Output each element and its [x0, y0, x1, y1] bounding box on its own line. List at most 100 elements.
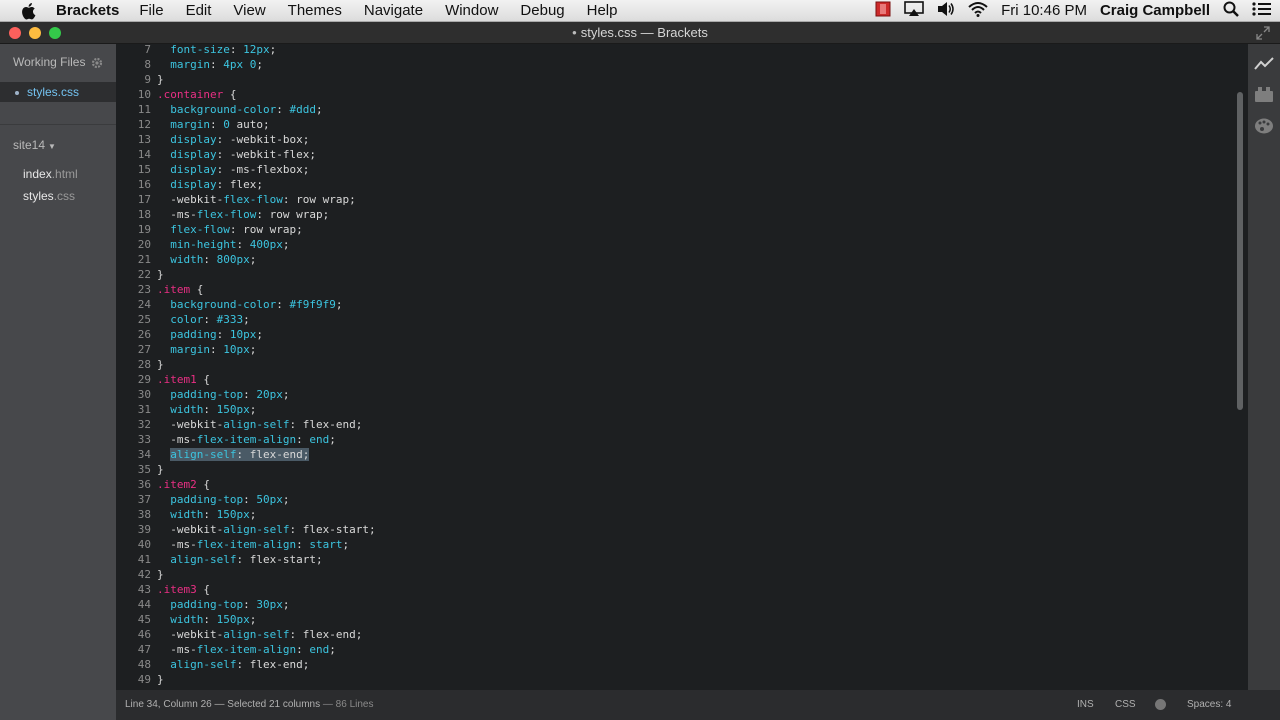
- code-text: padding: 10px;: [157, 327, 263, 342]
- gear-icon[interactable]: [91, 56, 103, 69]
- code-line[interactable]: 26 padding: 10px;: [116, 327, 1232, 342]
- code-line[interactable]: 42}: [116, 567, 1232, 582]
- code-line[interactable]: 13 display: -webkit-box;: [116, 132, 1232, 147]
- code-token: #f9f9f9: [289, 298, 336, 311]
- file-dot-icon: [15, 91, 19, 95]
- menu-view[interactable]: View: [233, 0, 265, 22]
- line-number: 8: [144, 58, 151, 71]
- language-selector[interactable]: CSS: [1115, 699, 1136, 710]
- code-line[interactable]: 43 .item3 {: [116, 582, 1232, 597]
- menubar-clock[interactable]: Fri 10:46 PM: [1001, 0, 1087, 22]
- code-line[interactable]: 48 align-self: flex-end;: [116, 657, 1232, 672]
- code-line[interactable]: 33 -ms-flex-item-align: end;: [116, 432, 1232, 447]
- theme-icon[interactable]: [1254, 117, 1274, 135]
- code-line[interactable]: 35}: [116, 462, 1232, 477]
- menu-list-icon[interactable]: [1252, 1, 1272, 21]
- code-line[interactable]: 39 -webkit-align-self: flex-start;: [116, 522, 1232, 537]
- code-token: align-self: [170, 448, 237, 461]
- code-line[interactable]: 41 align-self: flex-start;: [116, 552, 1232, 567]
- code-line[interactable]: 12 margin: 0 auto;: [116, 117, 1232, 132]
- code-line[interactable]: 37 padding-top: 50px;: [116, 492, 1232, 507]
- menu-app-name[interactable]: Brackets: [56, 0, 119, 22]
- code-line[interactable]: 40 -ms-flex-item-align: start;: [116, 537, 1232, 552]
- code-line[interactable]: 16 display: flex;: [116, 177, 1232, 192]
- code-line[interactable]: 27 margin: 10px;: [116, 342, 1232, 357]
- menu-window[interactable]: Window: [445, 0, 498, 22]
- line-number: 23: [137, 283, 151, 296]
- menu-edit[interactable]: Edit: [186, 0, 212, 22]
- volume-icon[interactable]: [937, 1, 955, 21]
- code-line[interactable]: 28}: [116, 357, 1232, 372]
- code-line[interactable]: 38 width: 150px;: [116, 507, 1232, 522]
- code-line[interactable]: 34 align-self: flex-end;: [116, 447, 1232, 462]
- code-line[interactable]: 49}: [116, 672, 1232, 687]
- project-dropdown[interactable]: site14 ▼: [13, 138, 56, 152]
- extension-manager-icon[interactable]: [1254, 86, 1274, 104]
- code-line[interactable]: 30 padding-top: 20px;: [116, 387, 1232, 402]
- menu-file[interactable]: File: [139, 0, 163, 22]
- code-line[interactable]: 47 -ms-flex-item-align: end;: [116, 642, 1232, 657]
- tree-item-index-html[interactable]: index.html: [23, 167, 78, 181]
- menu-themes[interactable]: Themes: [288, 0, 342, 22]
- line-number: 39: [137, 523, 151, 536]
- indent-spaces[interactable]: Spaces: 4: [1187, 699, 1231, 710]
- airplay-icon[interactable]: [904, 1, 924, 21]
- code-line[interactable]: 21 width: 800px;: [116, 252, 1232, 267]
- line-number: 14: [137, 148, 151, 161]
- code-line[interactable]: 14 display: -webkit-flex;: [116, 147, 1232, 162]
- insert-mode-toggle[interactable]: INS: [1077, 699, 1094, 710]
- code-line[interactable]: 46 -webkit-align-self: flex-end;: [116, 627, 1232, 642]
- code-line[interactable]: 45 width: 150px;: [116, 612, 1232, 627]
- code-line[interactable]: 24 background-color: #f9f9f9;: [116, 297, 1232, 312]
- scrollbar-thumb[interactable]: [1237, 92, 1243, 410]
- live-preview-icon[interactable]: [1254, 55, 1274, 73]
- code-text: -webkit-flex-flow: row wrap;: [157, 192, 355, 207]
- code-line[interactable]: 17 -webkit-flex-flow: row wrap;: [116, 192, 1232, 207]
- code-line[interactable]: 15 display: -ms-flexbox;: [116, 162, 1232, 177]
- menu-help[interactable]: Help: [587, 0, 618, 22]
- code-line[interactable]: 29 .item1 {: [116, 372, 1232, 387]
- menu-debug[interactable]: Debug: [520, 0, 564, 22]
- tree-item-styles-css[interactable]: styles.css: [23, 189, 75, 203]
- code-line[interactable]: 19 flex-flow: row wrap;: [116, 222, 1232, 237]
- code-line[interactable]: 20 min-height: 400px;: [116, 237, 1232, 252]
- working-file-item[interactable]: styles.css: [0, 82, 116, 102]
- code-line[interactable]: 10 .container {: [116, 87, 1232, 102]
- fullscreen-icon[interactable]: [1256, 26, 1270, 40]
- code-line[interactable]: 31 width: 150px;: [116, 402, 1232, 417]
- code-line[interactable]: 44 padding-top: 30px;: [116, 597, 1232, 612]
- code-token: {: [196, 583, 210, 596]
- wifi-icon[interactable]: [968, 1, 988, 21]
- menu-navigate[interactable]: Navigate: [364, 0, 423, 22]
- code-text: display: -webkit-flex;: [157, 147, 316, 162]
- code-token: ;: [249, 508, 257, 521]
- window-title-text: styles.css — Brackets: [580, 25, 708, 40]
- code-line[interactable]: 22}: [116, 267, 1232, 282]
- linter-status-icon[interactable]: [1155, 699, 1166, 710]
- code-line[interactable]: 18 -ms-flex-flow: row wrap;: [116, 207, 1232, 222]
- code-line[interactable]: 9}: [116, 72, 1232, 87]
- code-line[interactable]: 8 margin: 4px 0;: [116, 57, 1232, 72]
- code-line[interactable]: 11 background-color: #ddd;: [116, 102, 1232, 117]
- code-line[interactable]: 23 .item {: [116, 282, 1232, 297]
- code-token: :: [203, 508, 217, 521]
- code-line[interactable]: 36 .item2 {: [116, 477, 1232, 492]
- code-token: :: [296, 538, 310, 551]
- code-line[interactable]: 7 font-size: 12px;: [116, 44, 1232, 57]
- code-token: auto;: [229, 118, 270, 131]
- apple-icon[interactable]: [20, 2, 38, 20]
- code-editor[interactable]: 7 font-size: 12px; 8 margin: 4px 0; 9} 10 .c…: [116, 44, 1232, 690]
- code-line[interactable]: 32 -webkit-align-self: flex-end;: [116, 417, 1232, 432]
- code-line[interactable]: 25 color: #333;: [116, 312, 1232, 327]
- status-red-icon[interactable]: [875, 1, 891, 21]
- code-token: :: [229, 44, 244, 56]
- search-icon[interactable]: [1223, 1, 1239, 21]
- menubar-user[interactable]: Craig Campbell: [1100, 0, 1210, 22]
- code-token: .item: [157, 283, 191, 296]
